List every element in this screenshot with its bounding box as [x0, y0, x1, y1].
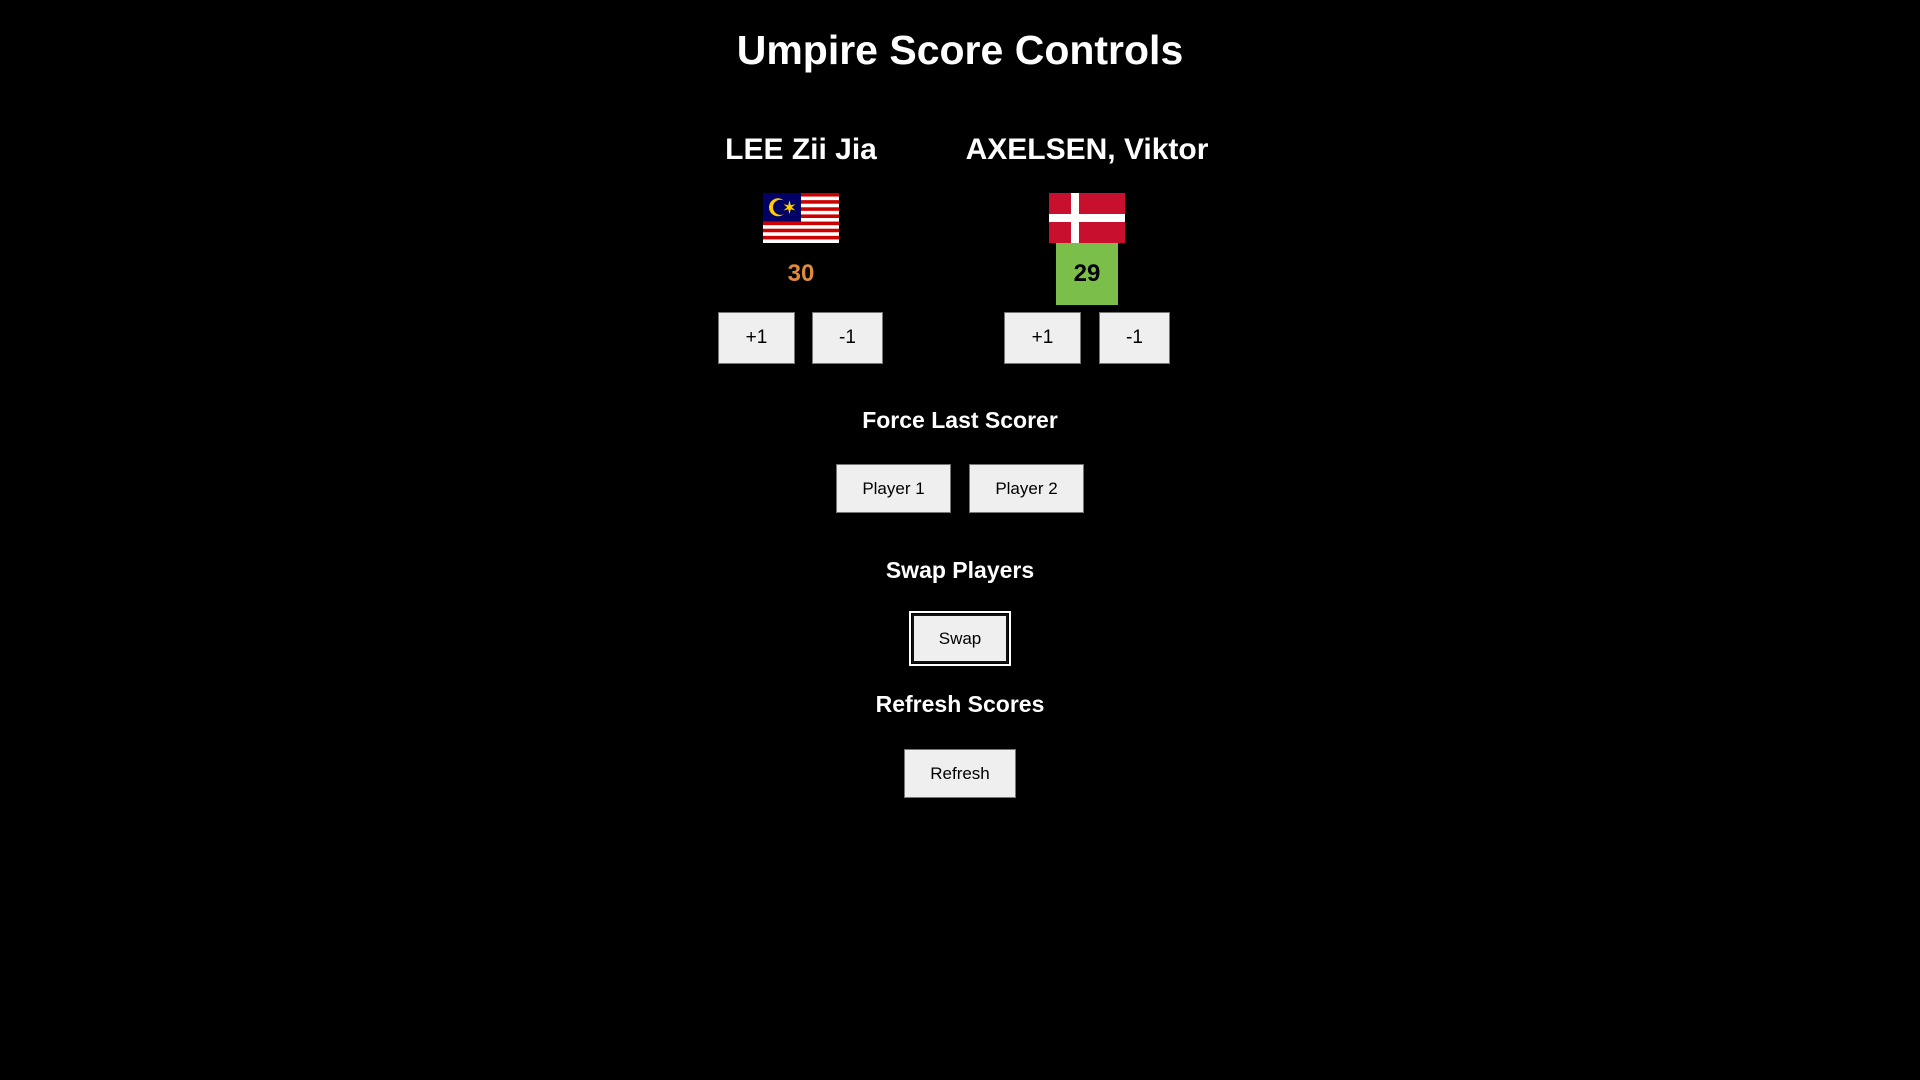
- player2-score: 29: [1056, 243, 1118, 305]
- force-player1-button[interactable]: Player 1: [836, 464, 951, 513]
- player2-decrement-button[interactable]: -1: [1099, 312, 1170, 364]
- refresh-button[interactable]: Refresh: [904, 749, 1016, 798]
- player1-name: LEE Zii Jia: [725, 133, 877, 166]
- umpire-controls-page: Umpire Score Controls LEE Zii Jia 30 +1 …: [0, 0, 1920, 1080]
- player1-decrement-button[interactable]: -1: [812, 312, 883, 364]
- denmark-flag-icon: [1049, 193, 1125, 243]
- swap-button[interactable]: Swap: [909, 611, 1011, 666]
- swap-players-heading: Swap Players: [885, 557, 1035, 583]
- player1-score: 30: [787, 260, 815, 287]
- force-last-scorer-heading: Force Last Scorer: [862, 407, 1058, 433]
- player2-name: AXELSEN, Viktor: [965, 133, 1209, 166]
- malaysia-flag-icon: [763, 193, 839, 243]
- player1-increment-button[interactable]: +1: [718, 312, 795, 364]
- force-player2-button[interactable]: Player 2: [969, 464, 1084, 513]
- page-title: Umpire Score Controls: [736, 27, 1184, 73]
- refresh-scores-heading: Refresh Scores: [875, 691, 1045, 717]
- player2-increment-button[interactable]: +1: [1004, 312, 1081, 364]
